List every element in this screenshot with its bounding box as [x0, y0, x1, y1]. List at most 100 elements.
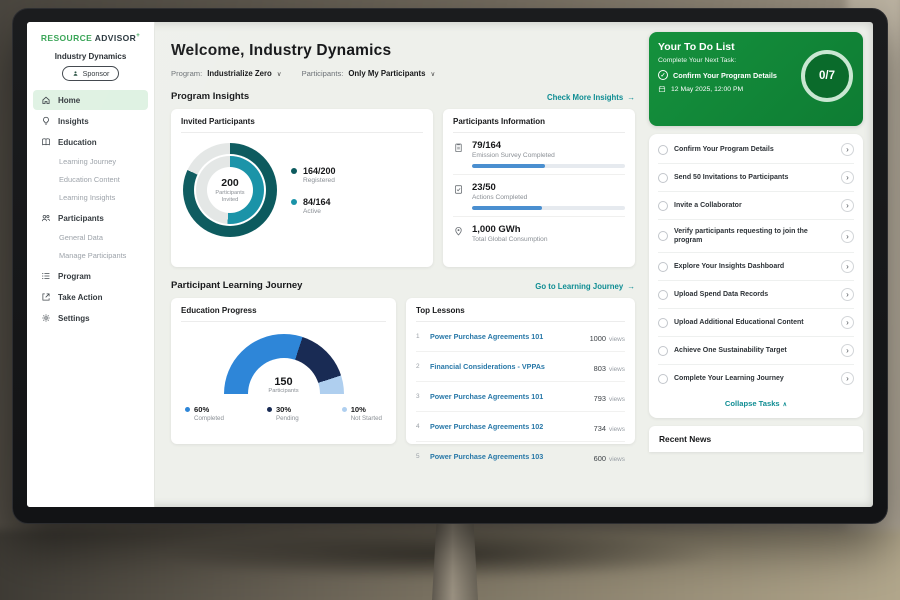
program-filter-dropdown[interactable]: Program: Industrialize Zero ∨	[171, 69, 282, 78]
info-row-actions: 23/50 Actions Completed	[453, 175, 625, 217]
chevron-right-icon[interactable]: ›	[841, 199, 854, 212]
legend-item-not-started: 10% Not Started	[342, 405, 382, 422]
checkbox-icon[interactable]	[658, 290, 668, 300]
legend-item-registered: 164/200 Registered	[291, 166, 336, 184]
chevron-down-icon: ∨	[430, 70, 435, 78]
program-insights-header: Program Insights Check More Insights →	[171, 91, 635, 102]
section-title: Participant Learning Journey	[171, 280, 302, 291]
lesson-row: 5 Power Purchase Agreements 103 600views	[416, 442, 625, 471]
chevron-down-icon: ∨	[277, 70, 282, 78]
learning-cards-row: Education Progress 150 Participants	[171, 298, 635, 444]
task-row-confirm-program[interactable]: Confirm Your Program Details ›	[658, 136, 854, 164]
sidebar-item-manage-participants[interactable]: Manage Participants	[33, 247, 148, 265]
org-name: Industry Dynamics	[27, 52, 154, 61]
participants-filter-dropdown[interactable]: Participants: Only My Participants ∨	[302, 69, 436, 78]
lesson-row: 4 Power Purchase Agreements 102 734views	[416, 412, 625, 442]
home-icon	[41, 95, 51, 105]
task-row-verify-participants[interactable]: Verify participants requesting to join t…	[658, 220, 854, 253]
lesson-link[interactable]: Financial Considerations - VPPAs	[430, 362, 587, 371]
chevron-right-icon[interactable]: ›	[841, 143, 854, 156]
chevron-right-icon[interactable]: ›	[841, 372, 854, 385]
chevron-right-icon[interactable]: ›	[841, 171, 854, 184]
todo-tasks-card: Confirm Your Program Details › Send 50 I…	[649, 134, 863, 418]
location-pin-icon	[453, 226, 464, 237]
todo-due-date: 12 May 2025, 12:00 PM	[658, 85, 798, 93]
sidebar-item-insights[interactable]: Insights	[33, 111, 148, 131]
education-gauge-chart: 150 Participants	[224, 334, 344, 394]
invited-donut-center: 200 Participants Invited	[207, 167, 253, 213]
lesson-row: 1 Power Purchase Agreements 101 1000view…	[416, 322, 625, 352]
recent-news-card: Recent News	[649, 426, 863, 452]
emission-survey-progressbar	[472, 164, 625, 168]
checkbox-icon[interactable]	[658, 145, 668, 155]
checkbox-icon[interactable]	[658, 374, 668, 384]
top-lessons-card: Top Lessons 1 Power Purchase Agreements …	[406, 298, 635, 444]
sidebar-item-settings[interactable]: Settings	[33, 308, 148, 328]
invited-participants-card: Invited Participants 200 Participants In…	[171, 109, 433, 267]
task-row-upload-educational-content[interactable]: Upload Additional Educational Content ›	[658, 309, 854, 337]
sidebar-item-education[interactable]: Education	[33, 132, 148, 152]
task-row-send-invitations[interactable]: Send 50 Invitations to Participants ›	[658, 164, 854, 192]
sidebar-item-take-action[interactable]: Take Action	[33, 287, 148, 307]
checkbox-icon[interactable]	[658, 262, 668, 272]
gear-icon	[41, 313, 51, 323]
chevron-right-icon[interactable]: ›	[841, 344, 854, 357]
chevron-right-icon[interactable]: ›	[841, 316, 854, 329]
task-row-invite-collaborator[interactable]: Invite a Collaborator ›	[658, 192, 854, 220]
task-row-achieve-target[interactable]: Achieve One Sustainability Target ›	[658, 337, 854, 365]
checkbox-icon[interactable]	[658, 201, 668, 211]
participants-information-card: Participants Information 79/164 Emission…	[443, 109, 635, 267]
monitor-bezel: RESOURCE ADVISOR+ Industry Dynamics Spon…	[12, 8, 888, 524]
chevron-right-icon[interactable]: ›	[841, 260, 854, 273]
checkbox-icon[interactable]	[658, 346, 668, 356]
legend-dot	[342, 407, 347, 412]
page-title: Welcome, Industry Dynamics	[171, 42, 635, 60]
checklist-icon	[453, 184, 464, 195]
sidebar-item-home[interactable]: Home	[33, 90, 148, 110]
task-row-explore-insights[interactable]: Explore Your Insights Dashboard ›	[658, 253, 854, 281]
calendar-icon	[658, 85, 666, 93]
go-to-learning-journey-link[interactable]: Go to Learning Journey →	[535, 282, 635, 291]
sidebar-item-education-content[interactable]: Education Content	[33, 171, 148, 189]
learning-journey-header: Participant Learning Journey Go to Learn…	[171, 280, 635, 291]
lesson-link[interactable]: Power Purchase Agreements 101	[430, 392, 587, 401]
check-more-insights-link[interactable]: Check More Insights →	[547, 93, 635, 102]
legend-dot	[267, 407, 272, 412]
checkbox-icon[interactable]	[658, 318, 668, 328]
sponsor-badge-label: Sponsor	[83, 69, 110, 78]
card-title: Participants Information	[453, 117, 625, 133]
lesson-link[interactable]: Power Purchase Agreements 102	[430, 422, 587, 431]
invited-legend: 164/200 Registered 84/164 Active	[291, 166, 336, 215]
sidebar-item-general-data[interactable]: General Data	[33, 229, 148, 247]
task-row-complete-learning-journey[interactable]: Complete Your Learning Journey ›	[658, 365, 854, 392]
info-row-emission-survey: 79/164 Emission Survey Completed	[453, 133, 625, 175]
sidebar-item-program[interactable]: Program	[33, 266, 148, 286]
checkbox-icon[interactable]	[658, 231, 668, 241]
sidebar-item-learning-insights[interactable]: Learning Insights	[33, 189, 148, 207]
logo-advisor: ADVISOR+	[95, 33, 140, 43]
recent-news-title: Recent News	[659, 434, 853, 444]
todo-progress-ring: 0/7	[801, 50, 853, 102]
education-progress-card: Education Progress 150 Participants	[171, 298, 396, 444]
sidebar-item-participants[interactable]: Participants	[33, 208, 148, 228]
card-title: Education Progress	[181, 306, 386, 322]
legend-dot	[185, 407, 190, 412]
scene: RESOURCE ADVISOR+ Industry Dynamics Spon…	[0, 0, 900, 600]
logo-resource: RESOURCE	[41, 33, 92, 43]
chevron-right-icon[interactable]: ›	[841, 288, 854, 301]
arrow-right-icon: →	[627, 93, 635, 102]
invited-donut-chart: 200 Participants Invited	[183, 143, 277, 237]
sponsor-icon	[72, 70, 79, 77]
info-row-consumption: 1,000 GWh Total Global Consumption	[453, 217, 625, 249]
task-row-upload-spend-data[interactable]: Upload Spend Data Records ›	[658, 281, 854, 309]
lesson-link[interactable]: Power Purchase Agreements 103	[430, 452, 587, 461]
collapse-tasks-link[interactable]: Collapse Tasks∧	[658, 392, 854, 416]
actions-progressbar	[472, 206, 625, 210]
sidebar-item-learning-journey[interactable]: Learning Journey	[33, 153, 148, 171]
todo-summary-card: Your To Do List Complete Your Next Task:…	[649, 32, 863, 126]
lesson-row: 2 Financial Considerations - VPPAs 803vi…	[416, 352, 625, 382]
lesson-link[interactable]: Power Purchase Agreements 101	[430, 332, 583, 341]
chevron-right-icon[interactable]: ›	[841, 230, 854, 243]
todo-next-task[interactable]: ✓ Confirm Your Program Details	[658, 70, 798, 80]
checkbox-icon[interactable]	[658, 173, 668, 183]
